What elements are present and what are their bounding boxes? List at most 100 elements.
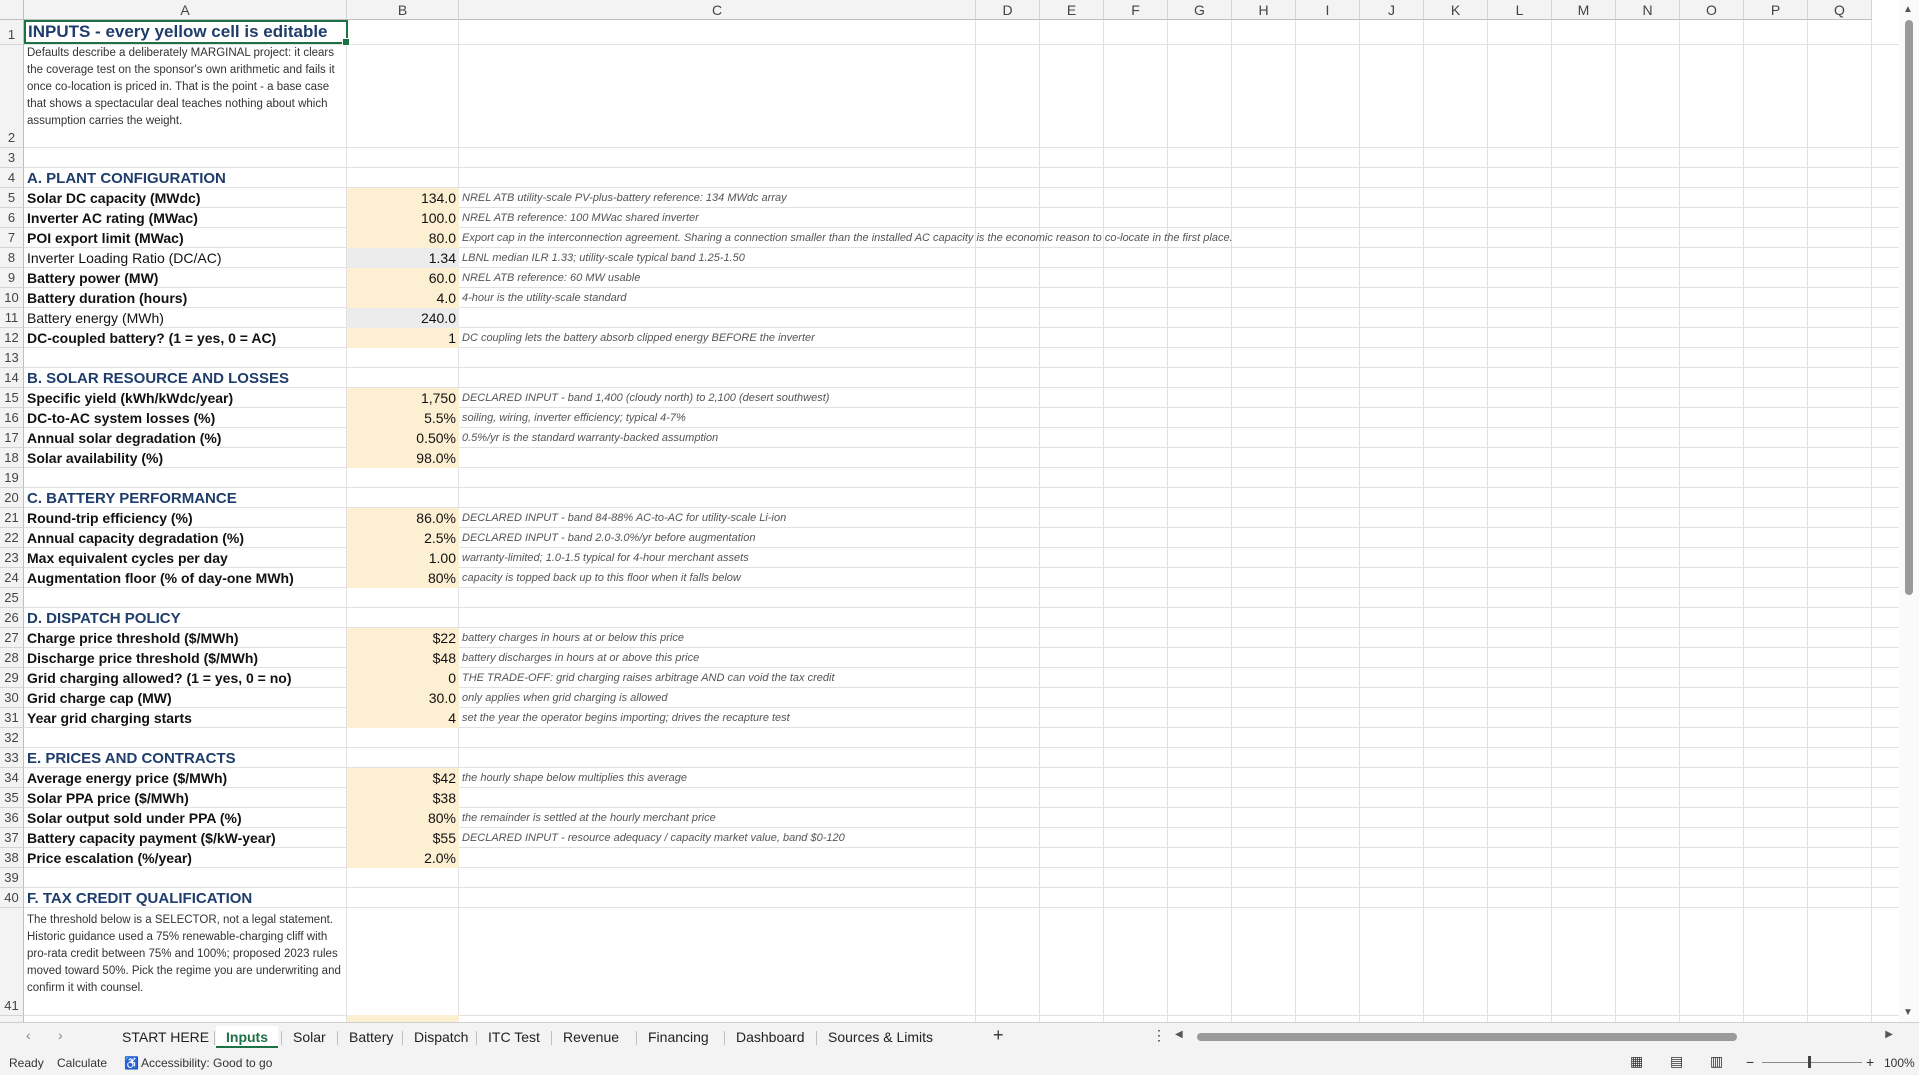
source-note[interactable]: battery charges in hours at or below thi… (459, 628, 1859, 648)
row-header-29[interactable]: 29 (0, 668, 24, 688)
source-note[interactable]: the hourly shape below multiplies this a… (459, 768, 1859, 788)
row-header-28[interactable]: 28 (0, 648, 24, 668)
row-header-32[interactable]: 32 (0, 728, 24, 748)
more-options-icon[interactable]: ⋮ (1152, 1027, 1166, 1044)
input-label[interactable]: Inverter Loading Ratio (DC/AC) (24, 248, 347, 268)
input-label[interactable] (24, 588, 347, 608)
input-label[interactable]: Grid charge cap (MW) (24, 688, 347, 708)
sheet-tab-dashboard[interactable]: Dashboard (726, 1026, 815, 1048)
select-all-corner[interactable] (0, 0, 24, 20)
row-header-36[interactable]: 36 (0, 808, 24, 828)
sheet-tab-inputs[interactable]: Inputs (216, 1026, 278, 1048)
sheet-tab-sources-limits[interactable]: Sources & Limits (818, 1026, 943, 1048)
sheet-tab-financing[interactable]: Financing (638, 1026, 719, 1048)
row-header-26[interactable]: 26 (0, 608, 24, 628)
column-header-o[interactable]: O (1680, 0, 1744, 20)
row-header-5[interactable]: 5 (0, 188, 24, 208)
row-header-19[interactable]: 19 (0, 468, 24, 488)
row-header-37[interactable]: 37 (0, 828, 24, 848)
row-header-22[interactable]: 22 (0, 528, 24, 548)
input-label[interactable]: Specific yield (kWh/kWdc/year) (24, 388, 347, 408)
column-header-h[interactable]: H (1232, 0, 1296, 20)
section-heading[interactable]: C. BATTERY PERFORMANCE (24, 488, 347, 508)
row-header-4[interactable]: 4 (0, 168, 24, 188)
input-value-cell[interactable]: 1.00 (347, 548, 459, 568)
horizontal-scroll-thumb[interactable] (1197, 1033, 1737, 1041)
row-header-2[interactable]: 2 (0, 45, 24, 148)
input-value-cell[interactable]: $55 (347, 828, 459, 848)
page-layout-icon[interactable]: ▤ (1670, 1053, 1683, 1070)
sheet-tab-dispatch[interactable]: Dispatch (404, 1026, 478, 1048)
input-value-cell[interactable]: 0 (347, 668, 459, 688)
sheet-tab-battery[interactable]: Battery (339, 1026, 403, 1048)
column-header-b[interactable]: B (347, 0, 459, 20)
column-header-m[interactable]: M (1552, 0, 1616, 20)
input-label[interactable]: Year grid charging starts (24, 708, 347, 728)
column-header-j[interactable]: J (1360, 0, 1424, 20)
status-accessibility[interactable]: Accessibility: Good to go (141, 1056, 272, 1070)
column-header-i[interactable]: I (1296, 0, 1360, 20)
input-label[interactable]: Max equivalent cycles per day (24, 548, 347, 568)
row-header-21[interactable]: 21 (0, 508, 24, 528)
row-header-9[interactable]: 9 (0, 268, 24, 288)
source-note[interactable]: warranty-limited; 1.0-1.5 typical for 4-… (459, 548, 1859, 568)
zoom-out-icon[interactable]: − (1746, 1054, 1754, 1070)
source-note[interactable]: capacity is topped back up to this floor… (459, 568, 1859, 588)
column-header-c[interactable]: C (459, 0, 976, 20)
row-header-23[interactable]: 23 (0, 548, 24, 568)
input-value-cell[interactable]: 5.5% (347, 408, 459, 428)
source-note[interactable]: the remainder is settled at the hourly m… (459, 808, 1859, 828)
input-label[interactable]: Battery energy (MWh) (24, 308, 347, 328)
source-note[interactable]: DC coupling lets the battery absorb clip… (459, 328, 1859, 348)
input-label[interactable] (24, 728, 347, 748)
zoom-slider-thumb[interactable] (1808, 1056, 1811, 1068)
input-label[interactable]: Discharge price threshold ($/MWh) (24, 648, 347, 668)
source-note[interactable]: NREL ATB utility-scale PV-plus-battery r… (459, 188, 1859, 208)
section-heading[interactable]: F. TAX CREDIT QUALIFICATION (24, 888, 347, 908)
row-header-12[interactable]: 12 (0, 328, 24, 348)
input-label[interactable]: Average energy price ($/MWh) (24, 768, 347, 788)
input-label[interactable]: Grid charging allowed? (1 = yes, 0 = no) (24, 668, 347, 688)
row-header-17[interactable]: 17 (0, 428, 24, 448)
input-label[interactable]: Inverter AC rating (MWac) (24, 208, 347, 228)
tab-scroll-right-icon[interactable]: › (58, 1027, 63, 1043)
page-break-icon[interactable]: ▥ (1710, 1053, 1723, 1070)
input-label[interactable]: Solar PPA price ($/MWh) (24, 788, 347, 808)
input-value-cell[interactable]: 60.0 (347, 268, 459, 288)
row-header-16[interactable]: 16 (0, 408, 24, 428)
column-header-p[interactable]: P (1744, 0, 1808, 20)
input-label[interactable]: Solar availability (%) (24, 448, 347, 468)
scroll-up-icon[interactable]: ▲ (1903, 4, 1913, 15)
input-value-cell[interactable]: 86.0% (347, 508, 459, 528)
calculated-value-cell[interactable]: 1.34 (347, 248, 459, 268)
input-label[interactable] (24, 868, 347, 888)
section-heading[interactable]: A. PLANT CONFIGURATION (24, 168, 347, 188)
zoom-slider[interactable] (1762, 1062, 1862, 1063)
input-label[interactable]: Battery capacity payment ($/kW-year) (24, 828, 347, 848)
column-header-q[interactable]: Q (1808, 0, 1872, 20)
zoom-level[interactable]: 100% (1884, 1056, 1915, 1070)
input-label[interactable] (24, 148, 347, 168)
input-value-cell[interactable]: 100.0 (347, 208, 459, 228)
row-header-20[interactable]: 20 (0, 488, 24, 508)
zoom-in-icon[interactable]: + (1866, 1054, 1874, 1070)
source-note[interactable]: THE TRADE-OFF: grid charging raises arbi… (459, 668, 1859, 688)
input-label[interactable]: Annual solar degradation (%) (24, 428, 347, 448)
source-note[interactable]: only applies when grid charging is allow… (459, 688, 1859, 708)
source-note[interactable]: Export cap in the interconnection agreem… (459, 228, 1859, 248)
input-label[interactable]: Battery duration (hours) (24, 288, 347, 308)
source-note[interactable]: DECLARED INPUT - resource adequacy / cap… (459, 828, 1859, 848)
row-header-31[interactable]: 31 (0, 708, 24, 728)
row-header-39[interactable]: 39 (0, 868, 24, 888)
input-value-cell[interactable]: 2.0% (347, 848, 459, 868)
horizontal-scrollbar[interactable]: ◀ ▶ (1175, 1029, 1893, 1043)
column-header-a[interactable]: A (24, 0, 347, 20)
source-note[interactable]: DECLARED INPUT - band 2.0-3.0%/yr before… (459, 528, 1859, 548)
row-header-25[interactable]: 25 (0, 588, 24, 608)
input-value-cell[interactable]: 1,750 (347, 388, 459, 408)
source-note[interactable]: battery discharges in hours at or above … (459, 648, 1859, 668)
title-cell-a1[interactable]: INPUTS - every yellow cell is editable (24, 20, 350, 46)
input-value-cell[interactable]: $22 (347, 628, 459, 648)
status-calculate[interactable]: Calculate (57, 1056, 107, 1070)
accessibility-icon[interactable]: ♿ (124, 1056, 139, 1070)
